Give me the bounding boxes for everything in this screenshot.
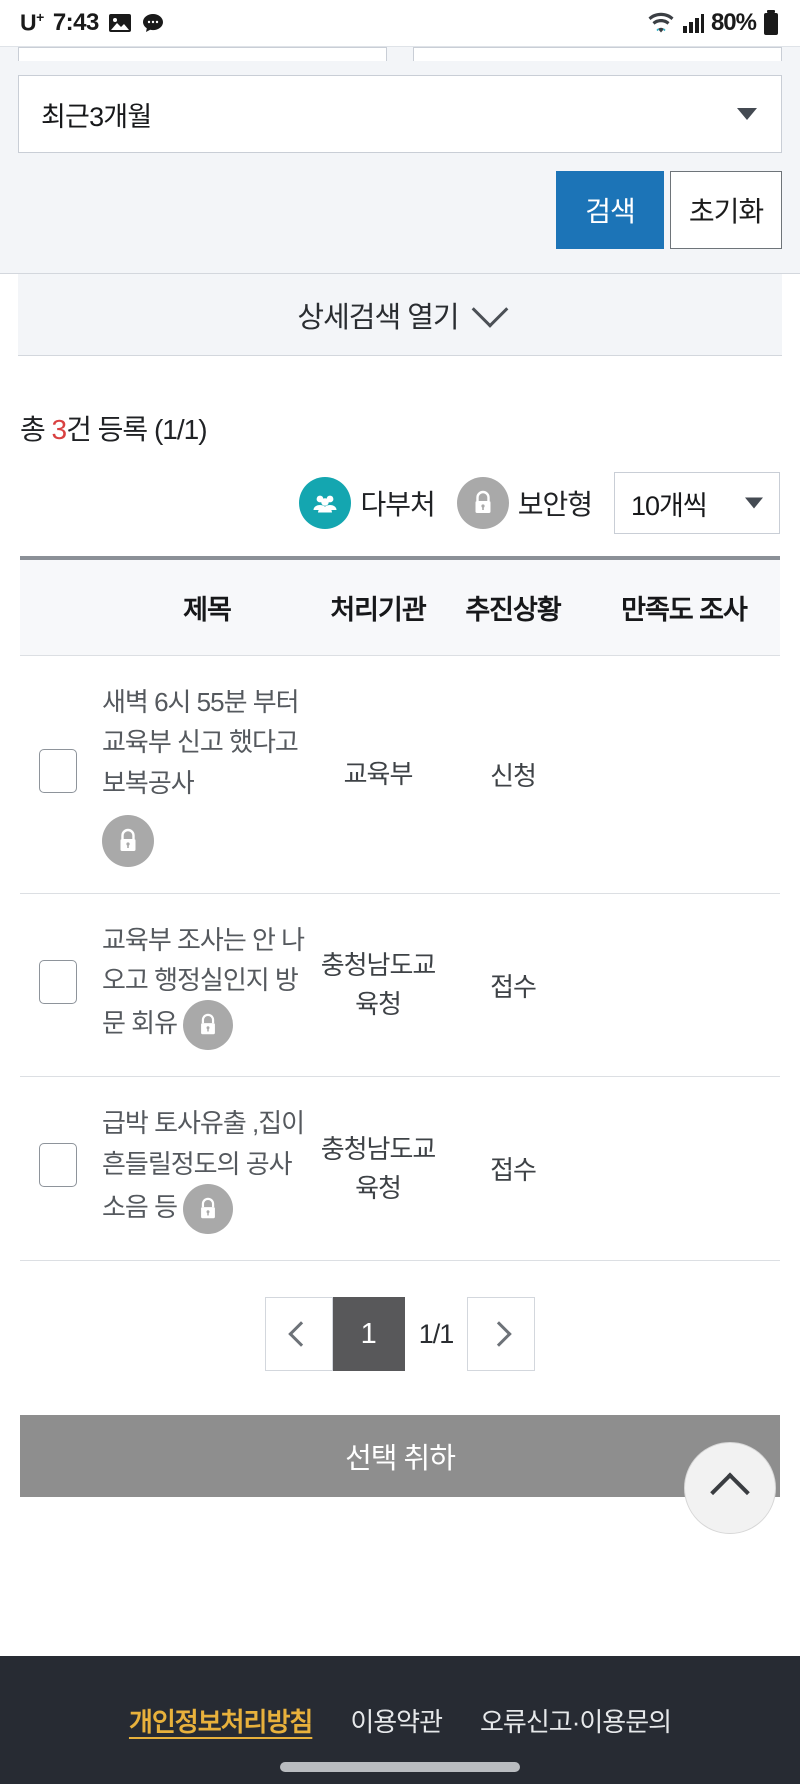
- chevron-up-icon: [710, 1472, 750, 1513]
- table-row[interactable]: 교육부 조사는 안 나오고 행정실인지 방문 회유 충청남도교육청 접수: [20, 893, 780, 1077]
- row-organization: 충청남도교육청: [320, 950, 437, 1020]
- status-bar-left: U+ 7:43: [20, 9, 165, 37]
- battery-icon: [762, 10, 780, 36]
- table-row[interactable]: 급박 토사유출 ,집이 흔들릴정도의 공사 소음 등 충청남도교육청 접수: [20, 1077, 780, 1261]
- footer-link-terms-of-use[interactable]: 이용약관: [350, 1702, 443, 1739]
- period-select[interactable]: 최근3개월: [18, 75, 782, 153]
- pagination-info: 1/1: [418, 1318, 455, 1349]
- scroll-to-top-button[interactable]: [684, 1442, 776, 1534]
- result-count: 총 3건 등록 (1/1): [0, 356, 800, 448]
- row-checkbox[interactable]: [39, 959, 77, 1004]
- upper-fields-stub: [18, 47, 782, 61]
- row-survey: [588, 656, 780, 894]
- header-checkbox-col: [20, 560, 96, 656]
- per-page-select[interactable]: 10개씩: [614, 472, 780, 534]
- lock-icon: [182, 1000, 233, 1051]
- header-organization: 처리기관: [330, 595, 426, 625]
- clock-label: 7:43: [52, 9, 100, 36]
- table-row[interactable]: 새벽 6시 55분 부터 교육부 신고 했다고 보복공사 교육부 신청: [20, 656, 780, 894]
- row-title-cell[interactable]: 교육부 조사는 안 나오고 행정실인지 방문 회유: [96, 893, 318, 1077]
- legend-label-secure: 보안형: [517, 489, 593, 520]
- pagination: 1 1/1: [0, 1297, 800, 1372]
- row-progress: 접수: [490, 971, 537, 1002]
- chevron-left-icon: [288, 1321, 314, 1347]
- home-indicator: [280, 1762, 520, 1772]
- row-organization: 교육부: [343, 758, 414, 789]
- image-icon: [108, 11, 132, 35]
- footer: 개인정보처리방침 이용약관 오류신고·이용문의: [0, 1656, 800, 1784]
- field-stub-left: [18, 47, 387, 61]
- search-button[interactable]: 검색: [556, 171, 664, 249]
- cellular-signal-icon: [681, 11, 705, 35]
- chevron-down-icon: [745, 497, 763, 509]
- chat-bubble-icon: [141, 11, 165, 35]
- lock-icon: [102, 814, 154, 867]
- lock-icon: [182, 1184, 233, 1235]
- result-count-prefix: 총: [20, 414, 52, 445]
- results-table: 제목 처리기관 추진상황 만족도 조사 새벽 6시 55분 부터 교육부 신고 …: [20, 560, 780, 1261]
- row-checkbox-cell: [20, 893, 96, 1077]
- results-table-wrapper: 제목 처리기관 추진상황 만족도 조사 새벽 6시 55분 부터 교육부 신고 …: [20, 556, 780, 1261]
- row-title-text: 새벽 6시 55분 부터 교육부 신고 했다고 보복공사: [102, 687, 300, 798]
- detail-search-toggle-label: 상세검색 열기: [297, 301, 459, 334]
- legend-label-multi-department: 다부처: [360, 489, 435, 520]
- per-page-select-value: 10개씩: [631, 490, 708, 521]
- row-title-cell[interactable]: 급박 토사유출 ,집이 흔들릴정도의 공사 소음 등: [96, 1077, 318, 1261]
- row-checkbox[interactable]: [39, 1143, 77, 1188]
- status-bar-right: 80%: [647, 9, 780, 37]
- header-satisfaction-survey: 만족도 조사: [621, 595, 748, 625]
- search-actions: 검색 초기화: [18, 171, 782, 249]
- row-progress: 신청: [490, 760, 537, 791]
- carrier-label: U+: [20, 9, 44, 36]
- row-checkbox[interactable]: [39, 748, 77, 793]
- result-count-suffix: 건 등록 (1/1): [66, 414, 207, 445]
- row-title-cell[interactable]: 새벽 6시 55분 부터 교육부 신고 했다고 보복공사: [96, 656, 318, 894]
- row-survey: [588, 893, 780, 1077]
- pagination-prev-button[interactable]: [264, 1297, 333, 1372]
- chevron-down-icon: [737, 108, 757, 120]
- wifi-icon: [647, 10, 675, 36]
- pagination-next-button[interactable]: [467, 1297, 536, 1372]
- cancel-selected-button[interactable]: 선택 취하: [20, 1415, 780, 1498]
- legend-item-secure: 보안형: [456, 477, 593, 529]
- multi-department-people-icon: [299, 477, 352, 529]
- period-select-value: 최근3개월: [41, 101, 152, 132]
- search-panel: 최근3개월 검색 초기화: [0, 46, 800, 274]
- detail-search-toggle[interactable]: 상세검색 열기: [18, 274, 782, 356]
- footer-link-privacy-policy[interactable]: 개인정보처리방침: [129, 1702, 313, 1739]
- table-head: 제목 처리기관 추진상황 만족도 조사: [20, 560, 780, 656]
- legend-and-perpage-row: 다부처 보안형 10개씩: [0, 448, 800, 534]
- page-root: U+ 7:43 80% 최근3개월 검색 초기화 상세검색 열기 총 3건 등록…: [0, 0, 800, 1784]
- chevron-down-icon: [471, 290, 508, 328]
- result-count-number: 3: [51, 414, 68, 445]
- row-checkbox-cell: [20, 1077, 96, 1261]
- battery-percent-label: 80%: [710, 9, 757, 36]
- pagination-page-1[interactable]: 1: [332, 1297, 405, 1372]
- row-progress: 접수: [490, 1155, 537, 1186]
- header-title: 제목: [183, 595, 232, 625]
- row-checkbox-cell: [20, 656, 96, 894]
- header-progress: 추진상황: [465, 595, 561, 625]
- field-stub-right: [413, 47, 782, 61]
- row-survey: [588, 1077, 780, 1261]
- legend-item-multi-department: 다부처: [299, 477, 436, 529]
- lock-icon: [456, 477, 509, 529]
- table-body: 새벽 6시 55분 부터 교육부 신고 했다고 보복공사 교육부 신청 교육부: [20, 656, 780, 1261]
- footer-link-error-report-inquiry[interactable]: 오류신고·이용문의: [480, 1702, 672, 1739]
- status-bar: U+ 7:43 80%: [0, 0, 800, 46]
- reset-button[interactable]: 초기화: [670, 171, 782, 249]
- chevron-right-icon: [486, 1321, 512, 1347]
- row-organization: 충청남도교육청: [320, 1133, 437, 1203]
- table-header-row: 제목 처리기관 추진상황 만족도 조사: [20, 560, 780, 656]
